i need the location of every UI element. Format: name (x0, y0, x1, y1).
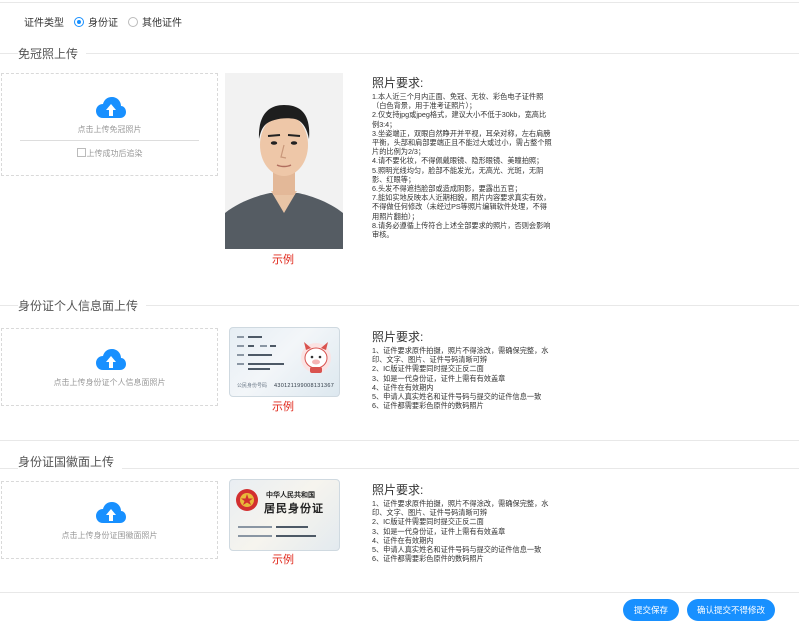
id-front-req-title: 照片要求: (372, 330, 424, 344)
doc-type-selector: 证件类型 身份证 其他证件 (24, 14, 182, 29)
req-item: 2、IC版证件需要同时提交正反二面 (372, 364, 484, 374)
id-back-requirements: 照片要求: 1、证件要求原件拍摄，照片不得涂改，需确保完整，水印、文字、图片、证… (372, 483, 552, 563)
radio-other-doc-label: 其他证件 (142, 18, 182, 29)
id-back-example-label: 示例 (272, 554, 294, 566)
id-front-sample-card: 公民身份号码 430121199008131367 (229, 327, 340, 397)
id-back-upload-label: 点击上传身份证国徽面照片 (61, 531, 158, 540)
req-item: 6.头发不得遮挡脸部或造成阴影，要露出五官； (372, 184, 522, 194)
broken-image-icon (76, 148, 86, 157)
req-item: 2.仅支持jpg或jpeg格式，建议大小不低于30kb，宽高比例3:4； (372, 110, 547, 129)
req-item: 8.请务必遵循上传符合上述全部要求的照片，否则会影响审核。 (372, 220, 551, 240)
req-item: 1、证件要求原件拍摄，照片不得涂改，需确保完整，水印、文字、图片、证件号码清晰可… (372, 499, 549, 518)
cloud-upload-icon (96, 349, 126, 370)
section-title-photo: 免冠照上传 (18, 45, 87, 62)
id-back-card-line1: 中华人民共和国 (266, 490, 315, 499)
req-item: 1.本人近三个月内正面、免冠、无妆、彩色电子证件照（白色背景，用于准考证照片）； (372, 92, 544, 111)
req-item: 5、申请人真实姓名和证件号码与提交的证件信息一致 (372, 392, 542, 402)
id-front-example-label: 示例 (272, 401, 294, 413)
req-item: 4、证件在有效期内 (372, 535, 434, 545)
req-item: 4、证件在有效期内 (372, 382, 434, 392)
req-item: 7.能如实地反映本人近期相貌，照片内容要求真实有效，不得做任何修改（未经过PS等… (372, 193, 551, 221)
footer-divider (0, 592, 799, 593)
radio-checked-icon[interactable] (74, 16, 84, 27)
radio-unchecked-icon[interactable] (128, 16, 138, 27)
photo-upload-label: 点击上传免冠照片 (77, 125, 142, 134)
photo-req-title: 照片要求: (372, 76, 424, 90)
req-item: 2、IC版证件需要同时提交正反二面 (372, 517, 484, 527)
section-title-id-back: 身份证国徽面上传 (18, 453, 123, 470)
req-item: 3、如是一代身份证，证件上需有有效盖章 (372, 526, 506, 536)
preview-divider (20, 140, 199, 141)
photo-upload-box[interactable]: 点击上传免冠照片 上传成功后追染 (1, 73, 218, 176)
radio-other-doc[interactable]: 其他证件 (128, 14, 182, 29)
req-item: 1、证件要求原件拍摄，照片不得涂改，需确保完整，水印、文字、图片、证件号码清晰可… (372, 346, 549, 365)
radio-id-card[interactable]: 身份证 (74, 14, 118, 29)
radio-id-card-label: 身份证 (88, 18, 118, 29)
section-title-id-front: 身份证个人信息面上传 (18, 297, 147, 314)
id-front-requirements: 照片要求: 1、证件要求原件拍摄，照片不得涂改，需确保完整，水印、文字、图片、证… (372, 330, 552, 410)
confirm-submit-button[interactable]: 确认提交不得修改 (687, 599, 775, 621)
doc-type-label: 证件类型 (24, 18, 64, 29)
id-front-upload-box[interactable]: 点击上传身份证个人信息面照片 (1, 328, 218, 406)
cloud-upload-icon (96, 502, 126, 523)
save-button[interactable]: 提交保存 (623, 599, 679, 621)
req-item: 5、申请人真实姓名和证件号码与提交的证件信息一致 (372, 545, 542, 555)
id-back-sample-card: 中华人民共和国 居民身份证 (229, 479, 340, 551)
req-item: 5.照明光线均匀，脸部不能发光，无高光、光斑，无阴影、红眼等； (372, 165, 544, 184)
req-item: 6、证件都需要彩色原件的数码照片 (372, 554, 484, 564)
id-back-card-line2: 居民身份证 (264, 502, 324, 515)
photo-requirements: 照片要求: 1.本人近三个月内正面、免冠、无妆、彩色电子证件照（白色背景，用于准… (372, 76, 552, 239)
req-item: 6、证件都需要彩色原件的数码照片 (372, 401, 484, 411)
preview-image-broken: 上传成功后追染 (2, 148, 217, 159)
req-item: 4.请不要化妆，不得佩戴眼镜、隐形眼镜、美瞳拍照； (372, 156, 544, 166)
req-item: 3、如是一代身份证，证件上需有有效盖章 (372, 373, 506, 383)
id-front-upload-label: 点击上传身份证个人信息面照片 (53, 378, 166, 387)
svg-text:公民身份号码: 公民身份号码 (237, 382, 267, 389)
req-item: 3.坐姿端正，双眼自然睁开并平视，耳朵对称，左右肩膀平衡，头部和肩部要端正且不能… (372, 128, 552, 157)
cloud-upload-icon (96, 97, 126, 118)
sample-portrait-photo (225, 73, 343, 249)
section-divider (0, 440, 799, 441)
photo-example-label: 示例 (272, 254, 294, 266)
id-card-number: 430121199008131367 (274, 383, 335, 389)
section-divider (0, 53, 799, 54)
id-back-req-title: 照片要求: (372, 483, 424, 497)
id-back-upload-box[interactable]: 点击上传身份证国徽面照片 (1, 481, 218, 559)
top-divider (0, 2, 799, 3)
